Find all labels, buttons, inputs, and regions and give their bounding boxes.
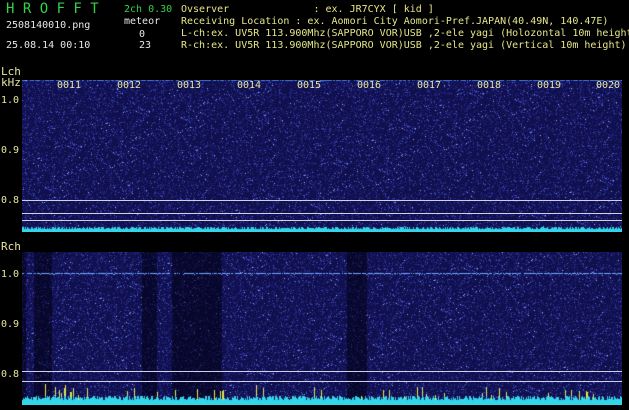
rch-tick-1-0: 1.0	[1, 269, 20, 280]
lch-meteor-count: 0	[139, 29, 146, 40]
lch-tick-0-8: 0.8	[1, 195, 20, 206]
minute-label: 0013	[177, 80, 202, 91]
minute-label: 0012	[117, 80, 142, 91]
minute-label: 0011	[57, 80, 82, 91]
rch-description: R-ch:ex. UV5R 113.900Mhz(SAPPORO VOR)USB…	[181, 40, 627, 51]
khz-unit-label: kHz	[1, 76, 21, 89]
minute-label: 0019	[537, 80, 562, 91]
channel-info: 2ch 0.30	[124, 4, 173, 15]
rch-guide-line	[22, 371, 622, 372]
rch-meteor-count: 23	[139, 40, 152, 51]
lch-spectrogram	[22, 80, 622, 232]
lch-tick-0-9: 0.9	[1, 145, 20, 156]
minute-label: 0020	[596, 80, 621, 91]
rch-guide-line	[22, 381, 622, 382]
rch-spectrogram	[22, 252, 622, 405]
location-line: Receiving Location : ex. Aomori City Aom…	[181, 16, 609, 27]
lch-guide-line	[22, 213, 622, 214]
datetime-label: 25.08.14 00:10	[6, 40, 91, 51]
filename-label: 2508140010.png	[6, 20, 91, 31]
rch-tick-0-9: 0.9	[1, 319, 20, 330]
minute-label: 0014	[237, 80, 262, 91]
minute-label: 0015	[297, 80, 322, 91]
minute-label: 0018	[477, 80, 502, 91]
rch-spectrogram-canvas	[22, 252, 622, 405]
app-title: H R O F F T	[6, 1, 99, 17]
rch-label: Rch	[1, 240, 21, 253]
minute-label: 0017	[417, 80, 442, 91]
minute-label: 0016	[357, 80, 382, 91]
meteor-label: meteor	[124, 16, 161, 27]
lch-guide-line	[22, 200, 622, 201]
lch-tick-1-0: 1.0	[1, 95, 20, 106]
lch-description: L-ch:ex. UV5R 113.900Mhz(SAPPORO VOR)USB…	[181, 28, 629, 39]
lch-spectrogram-canvas	[22, 80, 622, 232]
lch-guide-line	[22, 220, 622, 221]
observer-line: Ovserver : ex. JR7CYX [ kid ]	[181, 4, 434, 15]
rch-tick-0-8: 0.8	[1, 369, 20, 380]
